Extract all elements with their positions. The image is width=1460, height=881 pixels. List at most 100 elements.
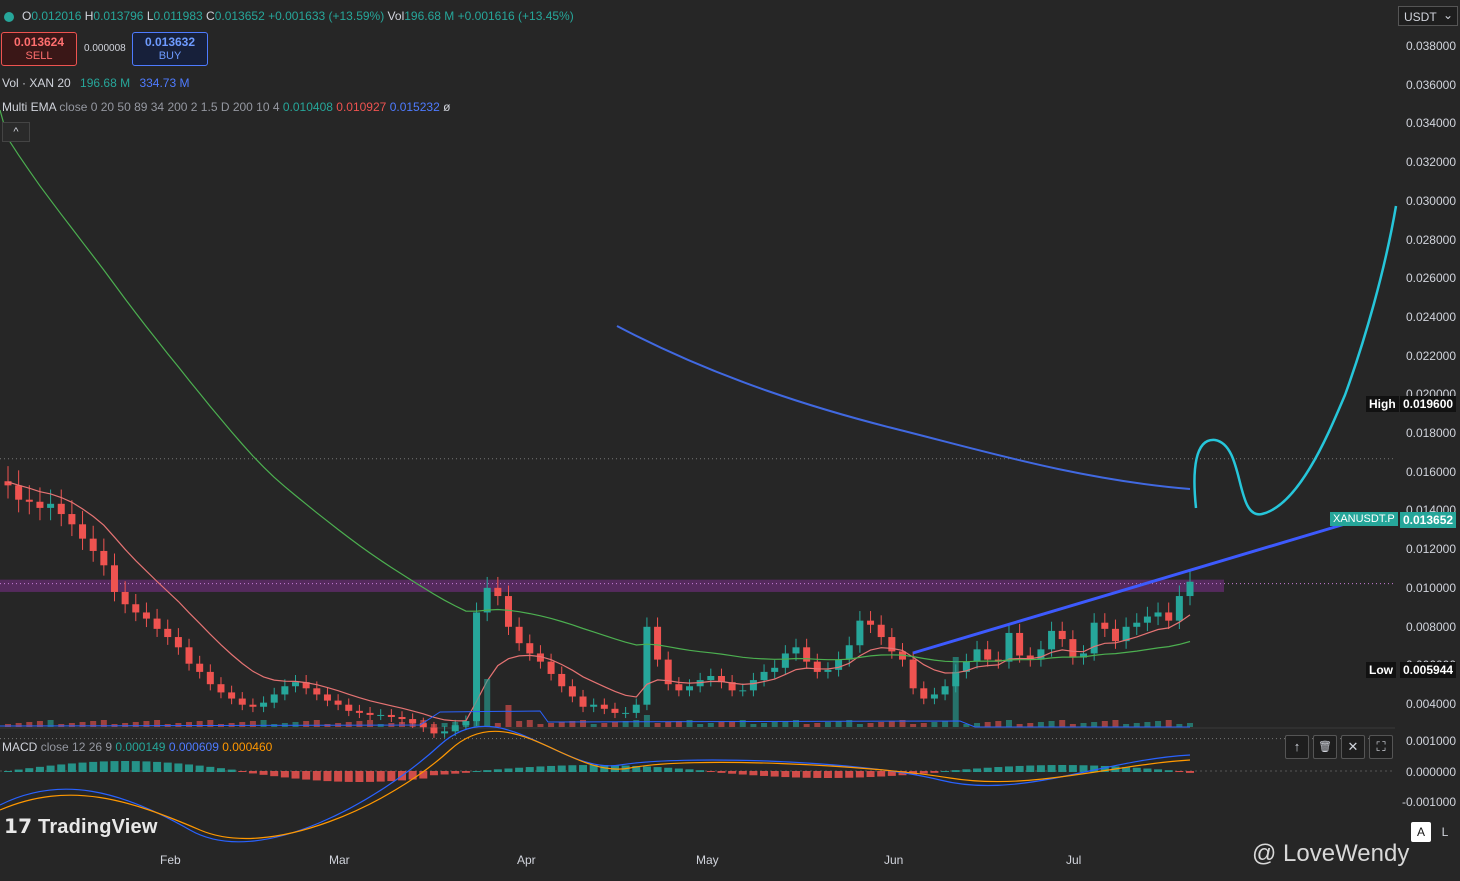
tradingview-logo[interactable]: 𝟭𝟳 TradingView — [4, 814, 158, 839]
macd-histogram-bar — [845, 771, 854, 778]
volume-bar — [761, 723, 768, 727]
close-value: 0.013652 — [214, 9, 265, 23]
macd-histogram-bar — [153, 761, 162, 772]
macd-legend[interactable]: MACD close 12 26 9 0.000149 0.000609 0.0… — [2, 740, 272, 754]
candle — [973, 649, 981, 662]
close-label: C — [206, 9, 215, 23]
maximize-pane-button[interactable]: ⛶ — [1369, 735, 1393, 759]
volume-bar — [665, 722, 672, 727]
volume-bar — [1155, 721, 1162, 727]
volume-bar — [292, 722, 299, 727]
candle — [1101, 622, 1109, 629]
volume-bar — [526, 720, 533, 727]
current-price-symbol: XANUSDT.P — [1330, 512, 1398, 526]
macd-histogram-bar — [344, 771, 353, 782]
volume-bar — [122, 723, 129, 727]
macd-histogram-bar — [121, 761, 130, 772]
candle — [1133, 622, 1141, 627]
candle — [185, 647, 193, 664]
volume-bar — [643, 715, 650, 727]
macd-histogram-bar — [99, 761, 108, 772]
volume-bar — [473, 679, 480, 727]
candle — [57, 503, 65, 515]
candle — [142, 612, 150, 619]
macd-histogram-bar — [227, 769, 236, 772]
log-scale-button[interactable]: L — [1435, 822, 1455, 842]
volume-bar — [718, 722, 725, 727]
candle — [867, 620, 875, 625]
volume-bar — [654, 723, 661, 727]
macd-histogram-bar — [302, 771, 311, 780]
candle — [504, 596, 512, 627]
candle — [1143, 616, 1151, 623]
buy-button[interactable]: 0.013632 BUY — [132, 32, 208, 66]
month-feb: Feb — [160, 853, 181, 867]
macd-axis-1: 0.001000 — [1405, 734, 1456, 748]
auto-scale-button[interactable]: A — [1411, 822, 1431, 842]
open-value: 0.012016 — [31, 9, 82, 23]
watermark: @ LoveWendy — [1252, 840, 1410, 867]
candle — [1037, 649, 1045, 660]
macd-histogram-bar — [685, 769, 694, 772]
candle — [749, 680, 757, 691]
macd-histogram-bar — [174, 763, 183, 772]
volume-bar — [750, 724, 757, 727]
macd-histogram-bar — [1036, 765, 1045, 772]
ema-indicator-name: Multi EMA — [2, 100, 57, 114]
candle — [79, 524, 87, 539]
collapse-legend-button[interactable]: ^ — [2, 122, 30, 142]
volume-bar — [494, 723, 501, 727]
volume-bar — [580, 720, 587, 727]
macd-histogram-bar — [696, 770, 705, 772]
macd-histogram-bar — [408, 771, 417, 780]
volume-bar — [590, 724, 597, 727]
volume-bar — [452, 722, 459, 727]
month-jun: Jun — [884, 853, 904, 867]
volume-bar — [1005, 720, 1012, 727]
candle — [632, 704, 640, 713]
ema-indicator-params: close 0 20 50 89 34 200 2 1.5 D 200 10 4 — [59, 100, 280, 114]
month-jul: Jul — [1066, 853, 1082, 867]
currency-selector[interactable]: USDT ⌄ — [1398, 6, 1458, 26]
sell-button[interactable]: 0.013624 SELL — [1, 32, 77, 66]
volume-bar — [516, 721, 523, 727]
move-up-button[interactable]: ↑ — [1285, 735, 1309, 759]
volume-bar — [409, 721, 416, 727]
high-value: 0.013796 — [93, 9, 144, 23]
ema-indicator-legend[interactable]: Multi EMA close 0 20 50 89 34 200 2 1.5 … — [2, 100, 450, 114]
macd-histogram-bar — [813, 771, 822, 778]
candle — [824, 669, 832, 672]
candle — [1175, 596, 1183, 621]
candle — [483, 587, 491, 613]
candle — [590, 704, 598, 707]
candle — [654, 626, 662, 660]
candle — [1090, 622, 1098, 654]
candle — [398, 717, 406, 720]
candle — [941, 686, 949, 695]
candle — [89, 538, 97, 551]
delete-button[interactable]: 🗑 — [1313, 735, 1337, 759]
candle — [600, 704, 608, 709]
macd-histogram-bar — [334, 771, 343, 782]
candle — [377, 714, 385, 716]
candle — [260, 702, 268, 707]
macd-histogram-bar — [195, 765, 204, 772]
candle — [739, 690, 747, 692]
tradingview-logo-icon: 𝟭𝟳 — [4, 816, 38, 838]
low-value: 0.011983 — [153, 9, 203, 23]
macd-histogram-bar — [259, 771, 268, 775]
volume-indicator-legend[interactable]: Vol · XAN 20 196.68 M 334.73 M — [2, 76, 189, 90]
month-may: May — [696, 853, 719, 867]
macd-histogram-bar — [1068, 765, 1077, 772]
volume-bar — [132, 722, 139, 727]
macd-histogram-bar — [206, 766, 215, 772]
macd-histogram-bar — [35, 766, 44, 772]
candle — [856, 620, 864, 646]
low-label: L — [146, 9, 154, 23]
candle — [228, 692, 236, 699]
price-axis-label: 0.032000 — [1405, 155, 1456, 170]
macd-histogram-bar — [131, 761, 140, 772]
macd-histogram-bar — [248, 771, 257, 774]
vol-change: +0.001616 (+13.45%) — [457, 9, 574, 23]
collapse-pane-button[interactable]: ✕ — [1341, 735, 1365, 759]
